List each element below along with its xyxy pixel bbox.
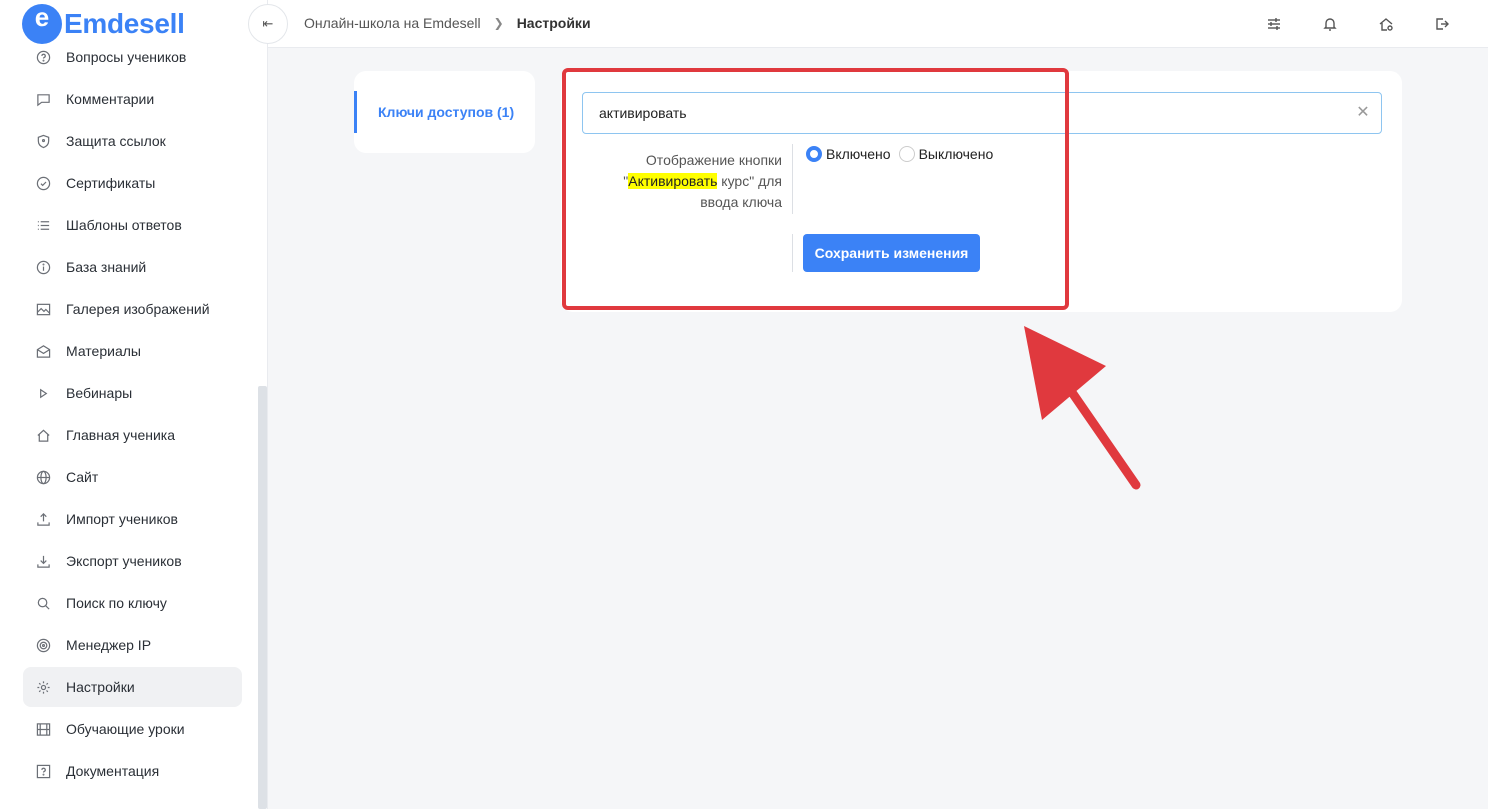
topbar-actions bbox=[1264, 14, 1452, 34]
sidebar-item-label: Вопросы учеников bbox=[66, 49, 187, 65]
tab-access-keys[interactable]: Ключи доступов (1) bbox=[354, 91, 535, 133]
upload-icon bbox=[35, 511, 51, 527]
sidebar-item-label: Обучающие уроки bbox=[66, 721, 185, 737]
sidebar-item-search[interactable]: Поиск по ключу bbox=[23, 583, 242, 623]
sidebar-item-globe[interactable]: Сайт bbox=[23, 457, 242, 497]
sidebar-item-film[interactable]: Обучающие уроки bbox=[23, 709, 242, 749]
sidebar-item-label: Импорт учеников bbox=[66, 511, 178, 527]
comment-icon bbox=[35, 91, 51, 107]
sidebar-scrollbar[interactable] bbox=[258, 386, 267, 809]
info-circle-icon bbox=[35, 259, 51, 275]
sidebar-item-shield[interactable]: Защита ссылок bbox=[23, 121, 242, 161]
sidebar-nav: Вопросы учеников Комментарии Защита ссылок… bbox=[23, 37, 242, 793]
bell-icon[interactable] bbox=[1320, 14, 1340, 34]
close-icon[interactable]: ✕ bbox=[1355, 105, 1371, 121]
annotation-arrow bbox=[1024, 326, 1141, 490]
breadcrumb-current: Настройки bbox=[516, 15, 591, 31]
question-circle-icon bbox=[35, 49, 51, 65]
brand-name: Emdesell bbox=[64, 8, 185, 39]
sidebar-item-label: Галерея изображений bbox=[66, 301, 210, 317]
sidebar-item-label: Вебинары bbox=[66, 385, 133, 401]
target-icon bbox=[35, 637, 51, 653]
download-icon bbox=[35, 553, 51, 569]
chevron-right-icon: ❯ bbox=[493, 16, 504, 30]
sidebar-item-label: Документация bbox=[66, 763, 160, 779]
settings-tabs: Ключи доступов (1) bbox=[354, 71, 535, 153]
film-icon bbox=[35, 721, 51, 737]
sidebar-item-comment[interactable]: Комментарии bbox=[23, 79, 242, 119]
sidebar-item-target[interactable]: Менеджер IP bbox=[23, 625, 242, 665]
collapse-sidebar-button[interactable]: ⇤ bbox=[248, 4, 288, 44]
sidebar: e Emdesell Вопросы учеников Комментарии За… bbox=[0, 0, 268, 809]
globe-icon bbox=[35, 469, 51, 485]
sliders-icon[interactable] bbox=[1264, 14, 1284, 34]
sidebar-item-label: Настройки bbox=[66, 679, 135, 695]
sidebar-item-info-circle[interactable]: База знаний bbox=[23, 247, 242, 287]
sidebar-item-label: Менеджер IP bbox=[66, 637, 152, 653]
list-icon bbox=[35, 217, 51, 233]
annotation-highlight-box bbox=[562, 68, 1069, 310]
sidebar-item-question-square[interactable]: Документация bbox=[23, 751, 242, 791]
sidebar-item-list[interactable]: Шаблоны ответов bbox=[23, 205, 242, 245]
sidebar-item-gear[interactable]: Настройки bbox=[23, 667, 242, 707]
image-icon bbox=[35, 301, 51, 317]
gear-icon bbox=[35, 679, 51, 695]
sidebar-item-label: Главная ученика bbox=[66, 427, 176, 443]
sidebar-item-label: Экспорт учеников bbox=[66, 553, 182, 569]
sidebar-item-check-circle[interactable]: Сертификаты bbox=[23, 163, 242, 203]
shield-icon bbox=[35, 133, 51, 149]
topbar: ⇤ Онлайн-школа на Emdesell ❯ Настройки bbox=[248, 0, 1488, 48]
sidebar-item-image[interactable]: Галерея изображений bbox=[23, 289, 242, 329]
play-icon bbox=[35, 385, 51, 401]
question-square-icon bbox=[35, 763, 51, 779]
sidebar-item-label: Поиск по ключу bbox=[66, 595, 167, 611]
sidebar-item-home[interactable]: Главная ученика bbox=[23, 415, 242, 455]
sidebar-item-label: База знаний bbox=[66, 259, 147, 275]
home-gear-icon[interactable] bbox=[1376, 14, 1396, 34]
home-icon bbox=[35, 427, 51, 443]
sidebar-item-label: Защита ссылок bbox=[66, 133, 166, 149]
breadcrumb: Онлайн-школа на Emdesell ❯ Настройки bbox=[304, 15, 591, 31]
sidebar-item-label: Сайт bbox=[66, 469, 99, 485]
sidebar-item-label: Сертификаты bbox=[66, 175, 156, 191]
sidebar-item-play[interactable]: Вебинары bbox=[23, 373, 242, 413]
breadcrumb-parent[interactable]: Онлайн-школа на Emdesell bbox=[304, 15, 481, 31]
search-icon bbox=[35, 595, 51, 611]
logout-icon[interactable] bbox=[1432, 14, 1452, 34]
sidebar-item-label: Комментарии bbox=[66, 91, 155, 107]
sidebar-item-upload[interactable]: Импорт учеников bbox=[23, 499, 242, 539]
envelope-open-icon bbox=[35, 343, 51, 359]
check-circle-icon bbox=[35, 175, 51, 191]
sidebar-item-question-circle[interactable]: Вопросы учеников bbox=[23, 37, 242, 77]
sidebar-item-label: Материалы bbox=[66, 343, 141, 359]
sidebar-item-label: Шаблоны ответов bbox=[66, 217, 182, 233]
sidebar-item-envelope-open[interactable]: Материалы bbox=[23, 331, 242, 371]
collapse-icon: ⇤ bbox=[262, 16, 274, 31]
sidebar-item-download[interactable]: Экспорт учеников bbox=[23, 541, 242, 581]
